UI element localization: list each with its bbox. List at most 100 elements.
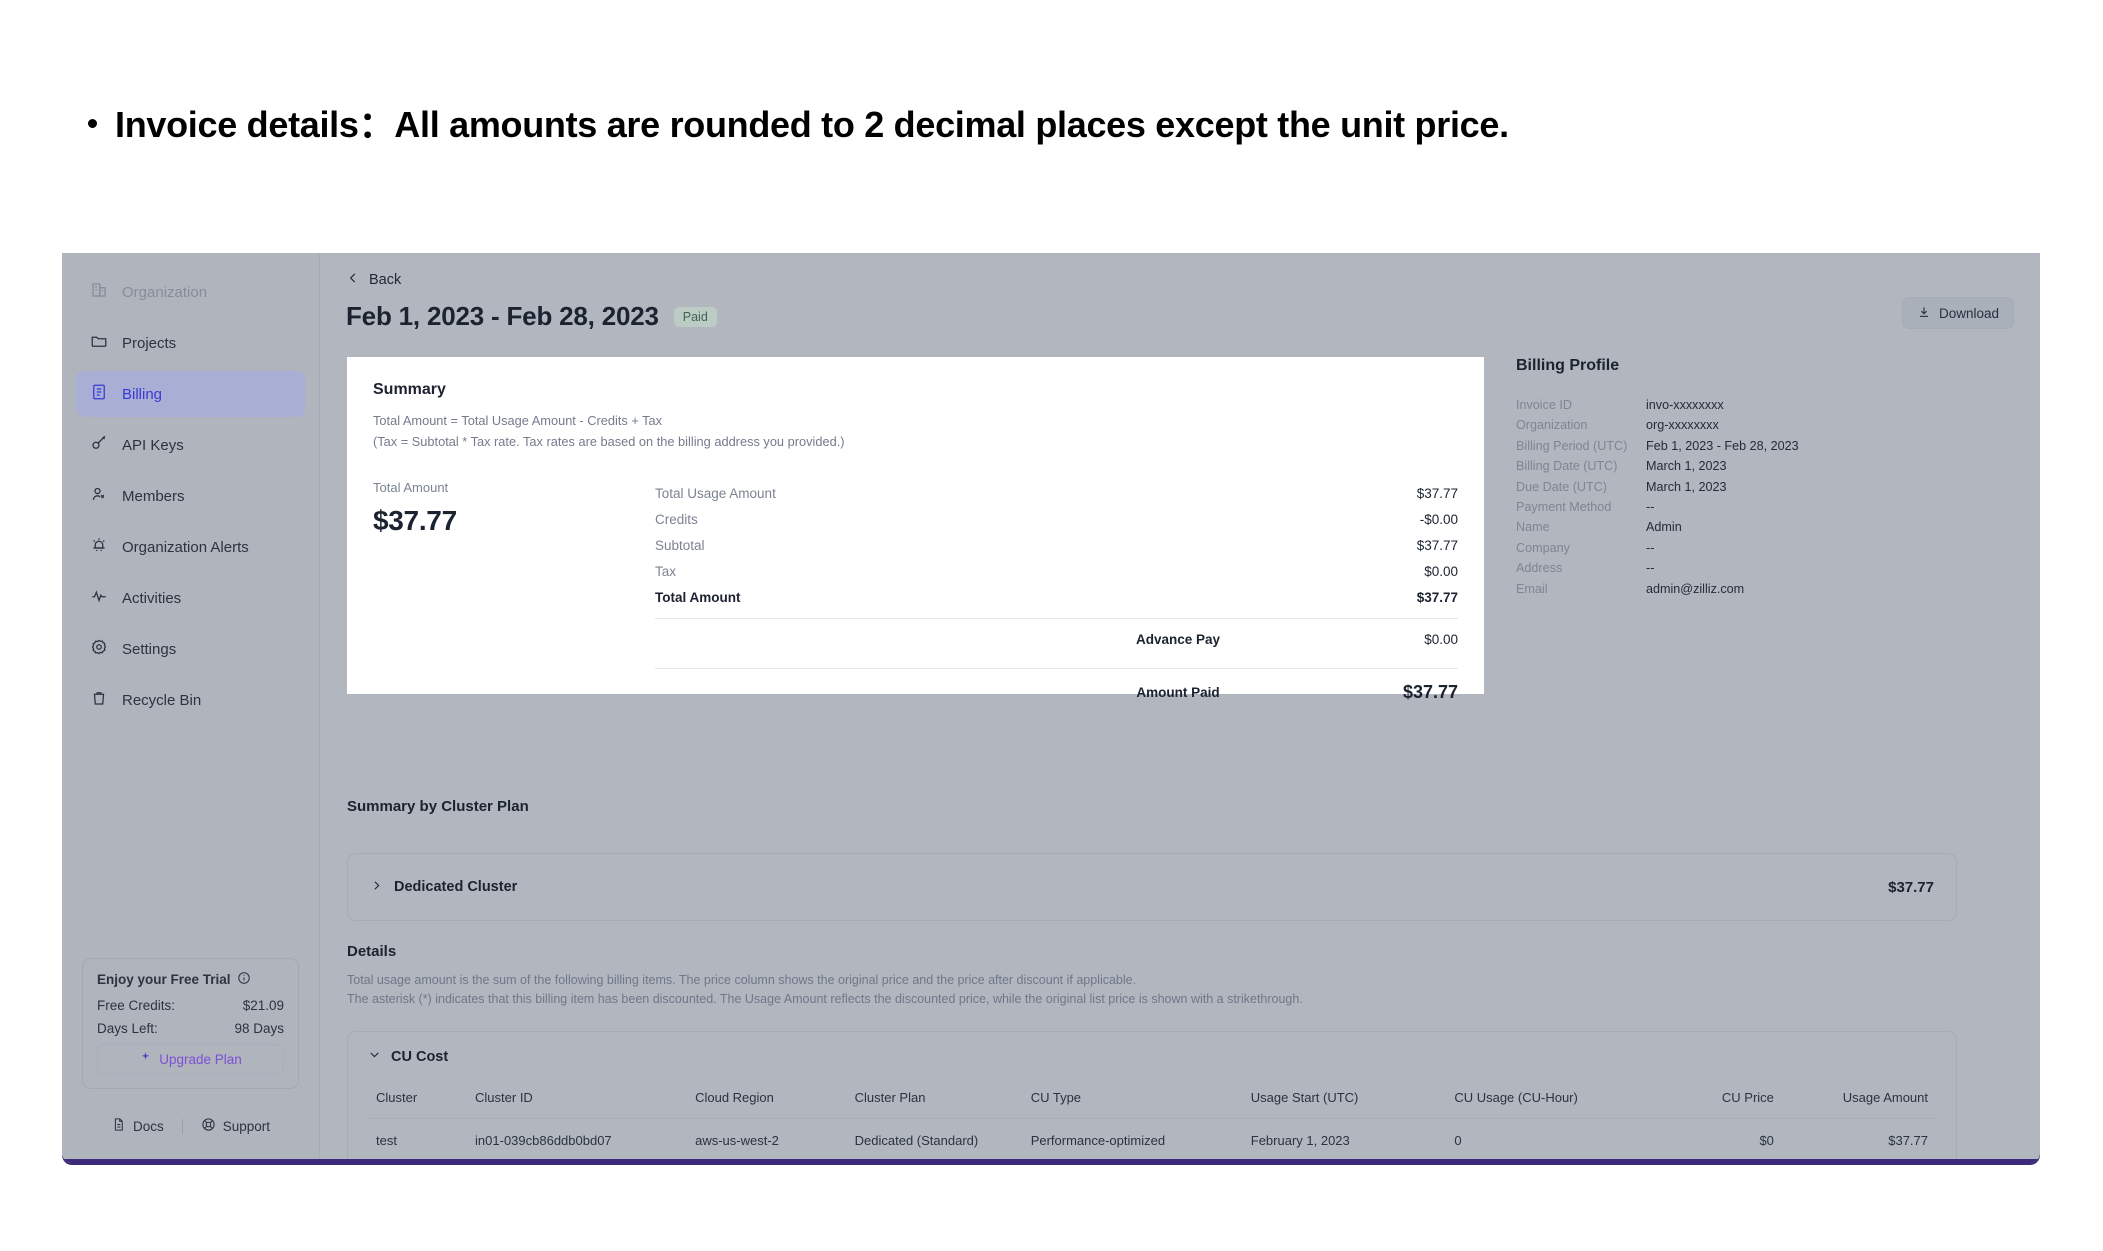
support-link[interactable]: Support (201, 1117, 270, 1135)
details-table-head: Cluster Cluster ID Cloud Region Cluster … (368, 1081, 1936, 1119)
main-content: Back Feb 1, 2023 - Feb 28, 2023 Paid Dow… (320, 253, 2040, 1163)
lifebuoy-icon (201, 1117, 216, 1135)
days-left-label: Days Left: (97, 1021, 158, 1036)
profile-value: Admin (1646, 520, 1682, 535)
info-icon[interactable] (237, 971, 251, 988)
col-usage-amount: Usage Amount (1781, 1081, 1936, 1119)
amount-paid-value: $37.77 (1402, 682, 1458, 703)
profile-row: Due Date (UTC) March 1, 2023 (1516, 477, 1936, 497)
cell-usage-amount: $37.77 (1888, 1133, 1928, 1148)
summary-header: Summary Total Amount = Total Usage Amoun… (347, 381, 1484, 452)
cu-cost-label: CU Cost (391, 1048, 449, 1065)
support-label: Support (222, 1118, 271, 1134)
summary-row-label: Subtotal (655, 537, 705, 553)
profile-value: March 1, 2023 (1646, 479, 1727, 494)
chevron-left-icon (346, 271, 360, 289)
trash-icon (90, 689, 108, 711)
col-cu-usage: CU Usage (CU-Hour) (1446, 1081, 1656, 1119)
sidebar-item-organization-alerts[interactable]: Organization Alerts (76, 524, 305, 570)
back-label: Back (369, 272, 402, 288)
details-note-line2: The asterisk (*) indicates that this bil… (347, 992, 1303, 1006)
table-header-row: Cluster Cluster ID Cloud Region Cluster … (368, 1081, 1936, 1119)
back-button[interactable]: Back (346, 271, 401, 289)
chevron-down-icon (368, 1048, 381, 1065)
sidebar-item-label: Projects (122, 334, 177, 352)
sidebar-item-label: Members (122, 487, 185, 505)
download-button[interactable]: Download (1901, 297, 2014, 329)
dedicated-cluster-amount: $37.77 (1888, 878, 1934, 896)
profile-value: -- (1646, 561, 1655, 576)
col-cluster-id: Cluster ID (467, 1081, 688, 1119)
profile-value: March 1, 2023 (1646, 459, 1727, 474)
days-left-value: 98 Days (234, 1021, 284, 1036)
cu-cost-toggle[interactable]: CU Cost (368, 1048, 1936, 1065)
advance-pay-value: $0.00 (1424, 632, 1458, 648)
sidebar-item-api-keys[interactable]: API Keys (76, 422, 305, 468)
building-icon (90, 281, 108, 303)
profile-row: Payment Method -- (1516, 497, 1936, 517)
download-icon (1917, 305, 1931, 322)
free-credits-row: Free Credits: $21.09 (97, 998, 284, 1013)
users-icon (90, 485, 108, 507)
col-cloud-region: Cloud Region (687, 1081, 847, 1119)
advance-pay-row: Advance Pay $0.00 (655, 619, 1458, 660)
profile-key: Name (1516, 520, 1550, 535)
sidebar-item-label: Organization Alerts (122, 538, 249, 556)
profile-key: Payment Method (1516, 499, 1612, 514)
col-cluster-plan: Cluster Plan (846, 1081, 1023, 1119)
dedicated-cluster-row[interactable]: Dedicated Cluster $37.77 (347, 853, 1957, 921)
footer-divider (181, 1118, 183, 1134)
sidebar-item-label: Activities (122, 589, 182, 607)
summary-note-line2: (Tax = Subtotal * Tax rate. Tax rates ar… (373, 434, 845, 450)
dedicated-cluster-toggle[interactable]: Dedicated Cluster (370, 879, 517, 896)
summary-total-block: Total Amount $37.77 (373, 480, 655, 716)
free-credits-label: Free Credits: (97, 998, 176, 1013)
profile-row: Address -- (1516, 558, 1936, 578)
summary-row-label: Credits (655, 511, 698, 527)
profile-row: Billing Period (UTC) Feb 1, 2023 - Feb 28… (1516, 436, 1936, 456)
sidebar-item-organization[interactable]: Organization (76, 269, 305, 315)
doc-icon (111, 1117, 126, 1135)
summary-row: Credits -$0.00 (655, 506, 1458, 532)
upgrade-plan-button[interactable]: Upgrade Plan (97, 1044, 284, 1074)
alert-bell-icon (90, 536, 108, 558)
amount-paid-label: Amount Paid (1136, 685, 1220, 701)
cell-cu-usage: 0 (1454, 1133, 1462, 1148)
profile-row: Billing Date (UTC) March 1, 2023 (1516, 456, 1936, 476)
summary-row: Tax $0.00 (655, 558, 1458, 584)
sidebar-item-label: Organization (122, 283, 208, 301)
details-note-line1: Total usage amount is the sum of the fol… (347, 973, 1137, 987)
cu-cost-panel: CU Cost Cluster Cluster ID Cloud Region … (347, 1031, 1957, 1161)
slide-heading: Invoice details：All amounts are rounded … (88, 96, 1509, 148)
summary-total-amount-row: Total Amount $37.77 (655, 584, 1458, 610)
app-screenshot: Organization Projects Billing API Keys M… (62, 253, 2040, 1163)
download-label: Download (1938, 305, 1999, 321)
sidebar-item-billing[interactable]: Billing (76, 371, 305, 417)
sidebar-item-projects[interactable]: Projects (76, 320, 305, 366)
sidebar-item-members[interactable]: Members (76, 473, 305, 519)
details-table: Cluster Cluster ID Cloud Region Cluster … (368, 1081, 1936, 1156)
summary-row: Total Usage Amount $37.77 (655, 480, 1458, 506)
cell-cluster-id: in01-039cb86ddb0bd07 (475, 1133, 612, 1148)
profile-row: Email admin@zilliz.com (1516, 579, 1936, 599)
profile-key: Company (1516, 540, 1570, 555)
sidebar-item-settings[interactable]: Settings (76, 626, 305, 672)
sidebar-item-label: Recycle Bin (122, 691, 202, 709)
docs-link[interactable]: Docs (111, 1117, 164, 1135)
sidebar-item-label: API Keys (122, 436, 184, 454)
sidebar-item-label: Settings (122, 640, 177, 658)
profile-value: -- (1646, 540, 1655, 555)
page-title-row: Feb 1, 2023 - Feb 28, 2023 Paid (346, 301, 717, 332)
profile-key: Invoice ID (1516, 398, 1572, 412)
profile-value: org-xxxxxxxx (1646, 418, 1719, 433)
sidebar-item-activities[interactable]: Activities (76, 575, 305, 621)
sidebar: Organization Projects Billing API Keys M… (62, 253, 320, 1163)
cell-usage-start: February 1, 2023 (1250, 1133, 1350, 1148)
profile-value: Feb 1, 2023 - Feb 28, 2023 (1646, 438, 1799, 453)
profile-value: -- (1646, 499, 1655, 514)
profile-key: Billing Date (UTC) (1516, 459, 1618, 474)
profile-value: invo-xxxxxxxx (1646, 398, 1724, 412)
cluster-plan-section-title: Summary by Cluster Plan (347, 798, 529, 815)
summary-note-line1: Total Amount = Total Usage Amount - Cred… (373, 413, 663, 428)
sidebar-item-recycle-bin[interactable]: Recycle Bin (76, 677, 305, 723)
